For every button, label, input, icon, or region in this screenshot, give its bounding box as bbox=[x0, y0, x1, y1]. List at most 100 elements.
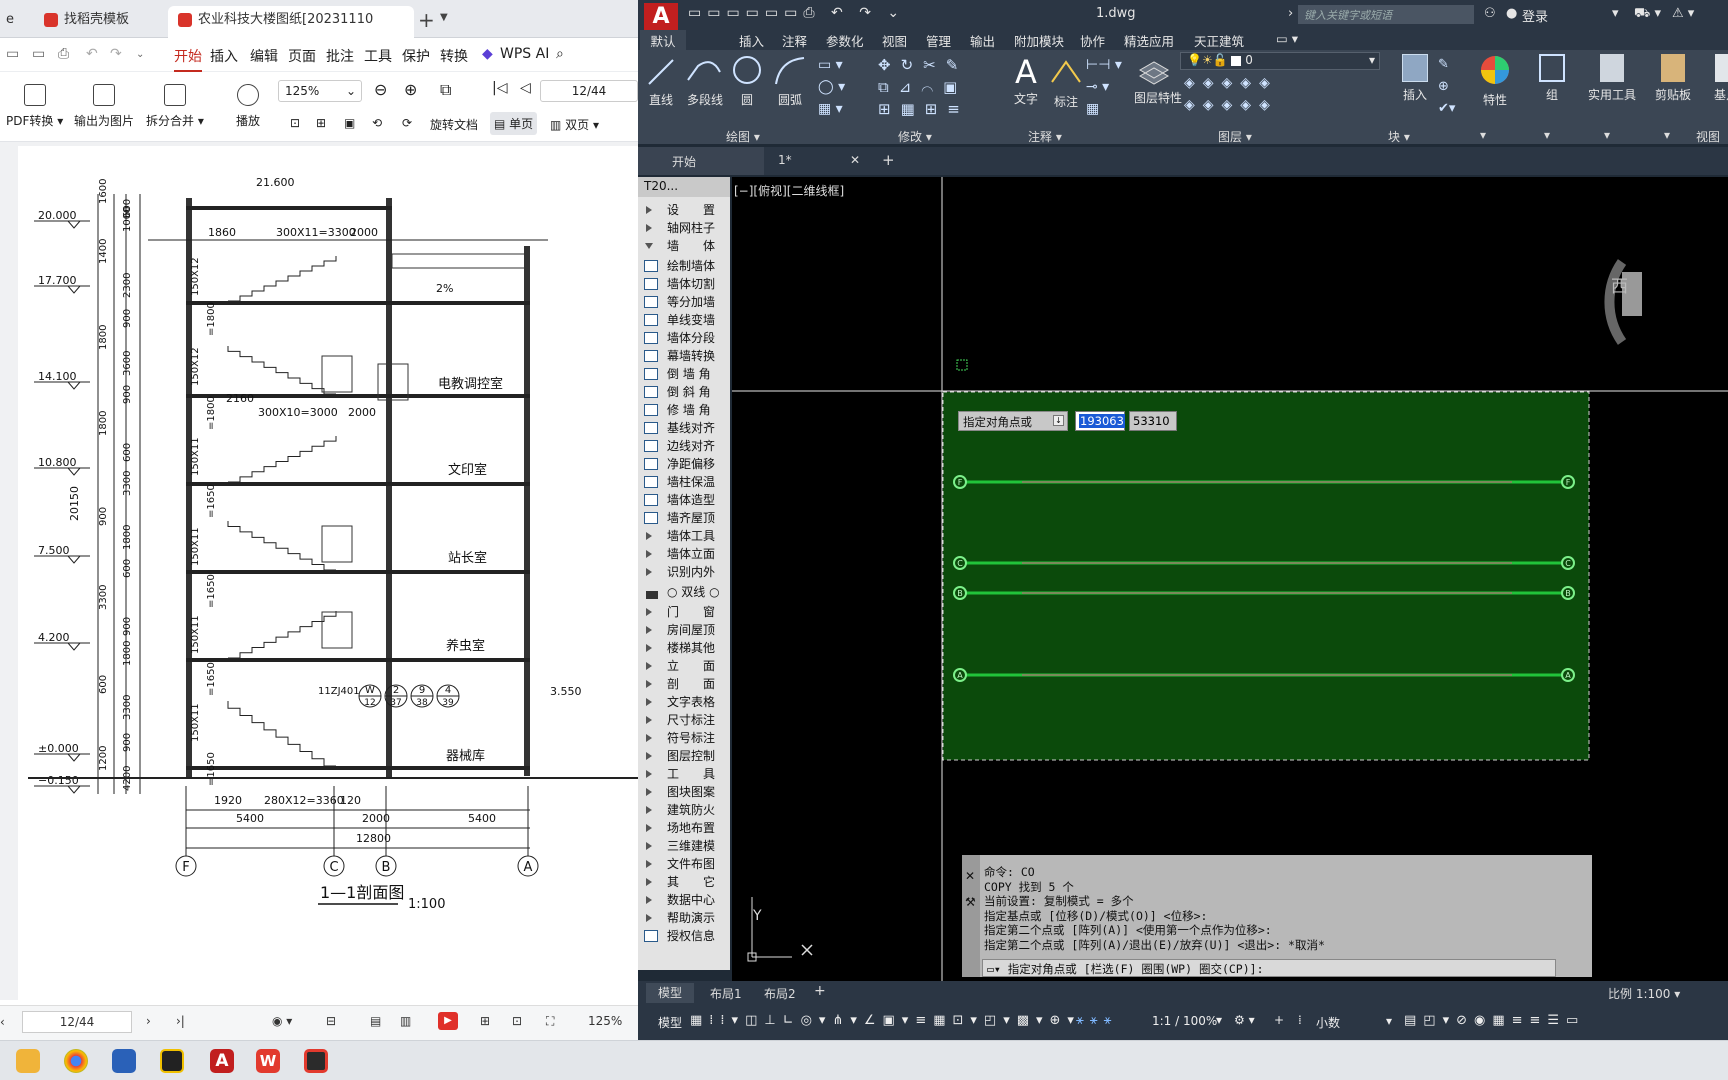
notes-icon[interactable] bbox=[160, 1049, 184, 1073]
status-page-input[interactable]: 12/44 bbox=[22, 1011, 132, 1033]
utilities-button[interactable]: 实用工具 bbox=[1582, 54, 1642, 103]
rotate-left-icon[interactable]: ⟲ bbox=[372, 116, 382, 130]
double-view-icon[interactable]: ▥ bbox=[400, 1014, 411, 1028]
t20-item[interactable]: 墙体工具 bbox=[638, 527, 730, 545]
drafting-toggle-icons[interactable]: ▦⁞⁞▾◫⊥∟◎▾⋔▾∠▣▾≡▦⊡▾◰▾▩▾⊕▾ bbox=[690, 1013, 1081, 1028]
t20-item[interactable]: 房间屋顶 bbox=[638, 621, 730, 639]
t20-item[interactable]: 三维建模 bbox=[638, 837, 730, 855]
annotation-scale[interactable]: 比例 1:100 ▾ bbox=[1608, 985, 1680, 1002]
t20-item[interactable]: 其 它 bbox=[638, 873, 730, 891]
command-window[interactable]: ✕ ⚒ 命令: CO COPY 找到 5 个当前设置: 复制模式 = 多个 指定基点或… bbox=[962, 855, 1592, 977]
t20-item[interactable]: 倒 墙 角 bbox=[638, 365, 730, 383]
t20-item[interactable]: 文字表格 bbox=[638, 693, 730, 711]
t20-item[interactable]: 墙柱保温 bbox=[638, 473, 730, 491]
folder-icon[interactable]: ▭ bbox=[6, 46, 19, 62]
viewport-controls[interactable]: [−][俯视][二维线框] bbox=[734, 182, 844, 199]
ribbon-tab-output[interactable]: 输出 bbox=[970, 31, 995, 50]
menu-tools[interactable]: 工具 bbox=[364, 46, 392, 66]
annotate-tools-icons[interactable]: ⊢⊣ ▾ ⊸ ▾ ▦ bbox=[1086, 54, 1126, 120]
file-explorer-icon[interactable] bbox=[16, 1049, 40, 1073]
tab-layout2[interactable]: 布局2 bbox=[764, 985, 796, 1002]
layer-properties-button[interactable]: 图层特性 bbox=[1134, 54, 1182, 105]
t20-item[interactable]: 墙体造型 bbox=[638, 491, 730, 509]
t20-item[interactable]: 工 具 bbox=[638, 765, 730, 783]
command-line-input[interactable]: ▭▾ 指定对角点或 [栏选(F) 圈围(WP) 圈交(CP)]: bbox=[982, 959, 1556, 977]
quick-access-icons[interactable]: ▭▭▭▭▭▭⎙ ↶ ↷ ⌄ bbox=[688, 5, 905, 21]
ribbon-tab-tangent[interactable]: 天正建筑 bbox=[1194, 31, 1244, 50]
t20-item[interactable]: 识别内外 bbox=[638, 563, 730, 581]
t20-item[interactable]: 图层控制 bbox=[638, 747, 730, 765]
t20-item[interactable]: 净距偏移 bbox=[638, 455, 730, 473]
status-zoom[interactable]: 125% bbox=[588, 1014, 622, 1028]
wrench-icon[interactable]: ⚒ bbox=[965, 895, 976, 909]
cad-tool-icon[interactable] bbox=[112, 1049, 136, 1073]
double-page-button[interactable]: ▥ 双页 ▾ bbox=[550, 116, 599, 133]
t20-item[interactable]: 尺寸标注 bbox=[638, 711, 730, 729]
t20-item[interactable]: 幕墙转换 bbox=[638, 347, 730, 365]
login-button[interactable]: 登录 bbox=[1522, 6, 1548, 25]
eye-icon[interactable]: ◉ ▾ bbox=[272, 1014, 292, 1028]
clipboard-button[interactable]: 剪贴板 bbox=[1648, 54, 1698, 103]
t20-item[interactable]: 门 窗 bbox=[638, 603, 730, 621]
redo-icon[interactable]: ↷ bbox=[110, 46, 122, 62]
tab-partial[interactable]: e bbox=[0, 6, 26, 38]
base-point-button[interactable]: 基点 bbox=[1706, 54, 1728, 103]
t20-item[interactable]: 等分加墙 bbox=[638, 293, 730, 311]
last-page-icon[interactable]: ›| bbox=[176, 1014, 185, 1028]
t20-item[interactable]: 楼梯其他 bbox=[638, 639, 730, 657]
menu-home[interactable]: 开始 bbox=[174, 46, 202, 72]
document-area[interactable]: 20.000 17.700 14.100 10.800 7.500 4.200 ±0.000… bbox=[0, 142, 638, 1000]
fit-icon[interactable]: ⊡ bbox=[290, 116, 300, 130]
status-model-button[interactable]: 模型 bbox=[658, 1014, 682, 1031]
toggle-icon[interactable]: ▭ ▾ bbox=[1276, 31, 1298, 46]
t20-item[interactable]: 墙齐屋顶 bbox=[638, 509, 730, 527]
ribbon-tab-addins[interactable]: 附加模块 bbox=[1014, 31, 1064, 50]
new-tab-icon[interactable]: + bbox=[418, 8, 435, 32]
binoculars-icon[interactable]: ⚇ bbox=[1484, 6, 1496, 21]
t20-item[interactable]: 倒 斜 角 bbox=[638, 383, 730, 401]
t20-item[interactable]: 墙体分段 bbox=[638, 329, 730, 347]
command-window-handle[interactable]: ✕ ⚒ bbox=[962, 855, 980, 977]
t20-item[interactable]: 绘制墙体 bbox=[638, 257, 730, 275]
chevron-down-icon[interactable]: ▼ bbox=[440, 12, 448, 23]
play-button[interactable]: 播放 bbox=[236, 84, 260, 129]
ribbon-tab-manage[interactable]: 管理 bbox=[926, 31, 951, 50]
panel-draw[interactable]: 绘图 ▾ bbox=[726, 128, 760, 145]
help-icon[interactable]: ⚠ ▾ bbox=[1672, 6, 1694, 21]
autocad-logo-icon[interactable]: A bbox=[644, 3, 678, 31]
pdf-convert-button[interactable]: PDF转换 ▾ bbox=[6, 84, 63, 129]
t20-item[interactable]: 轴网柱子 bbox=[638, 219, 730, 237]
circle-button[interactable]: 圆 bbox=[730, 54, 764, 108]
single-page-button[interactable]: ▤ 单页 bbox=[490, 112, 538, 135]
print-icon[interactable]: ⎙ bbox=[58, 46, 69, 62]
panel-modify[interactable]: 修改 ▾ bbox=[898, 128, 932, 145]
block-tools-icons[interactable]: ✎ ⊕ ✔▾ bbox=[1438, 54, 1462, 120]
polyline-button[interactable]: 多段线 bbox=[684, 54, 726, 108]
tab-template[interactable]: 找稻壳模板 bbox=[34, 6, 164, 38]
menu-protect[interactable]: 保护 bbox=[402, 46, 430, 66]
arrow-left-icon[interactable]: ‹ bbox=[0, 1015, 5, 1029]
ribbon-tab-default[interactable]: 默认 bbox=[640, 30, 686, 50]
modify-tools-icons[interactable]: ✥↻✂✎ ⧉⊿⌒▣ ⊞▦⊞≡ bbox=[878, 54, 998, 120]
layer-dropdown[interactable]: 💡☀🔓 0 ▾ bbox=[1180, 52, 1380, 70]
menu-wps-ai[interactable]: WPS AI bbox=[500, 46, 549, 62]
chevron-down-icon[interactable]: ⌄ bbox=[136, 49, 144, 60]
coord-y-input[interactable]: 53310 bbox=[1129, 411, 1177, 431]
t20-item[interactable]: 建筑防火 bbox=[638, 801, 730, 819]
undo-icon[interactable]: ↶ bbox=[86, 46, 98, 62]
t20-item[interactable]: 设 置 bbox=[638, 201, 730, 219]
options-icon[interactable]: ↓ bbox=[1053, 415, 1064, 426]
menu-annotate[interactable]: 批注 bbox=[326, 46, 354, 66]
fit-page-icon[interactable]: ⊡ bbox=[512, 1014, 522, 1028]
tab-model[interactable]: 模型 bbox=[646, 983, 694, 1003]
new-layout-icon[interactable]: + bbox=[814, 983, 826, 999]
menu-edit[interactable]: 编辑 bbox=[250, 46, 278, 66]
chevron-down-icon[interactable]: ▾ bbox=[1216, 1013, 1222, 1027]
panel-block[interactable]: 块 ▾ bbox=[1388, 128, 1410, 145]
panel-annotate[interactable]: 注释 ▾ bbox=[1028, 128, 1062, 145]
t20-item[interactable]: 场地布置 bbox=[638, 819, 730, 837]
text-button[interactable]: A 文字 bbox=[1008, 54, 1044, 107]
page-number-input[interactable]: 12/44 bbox=[540, 80, 638, 102]
search-icon[interactable]: ⌕ bbox=[556, 46, 564, 62]
t20-item[interactable]: 图块图案 bbox=[638, 783, 730, 801]
